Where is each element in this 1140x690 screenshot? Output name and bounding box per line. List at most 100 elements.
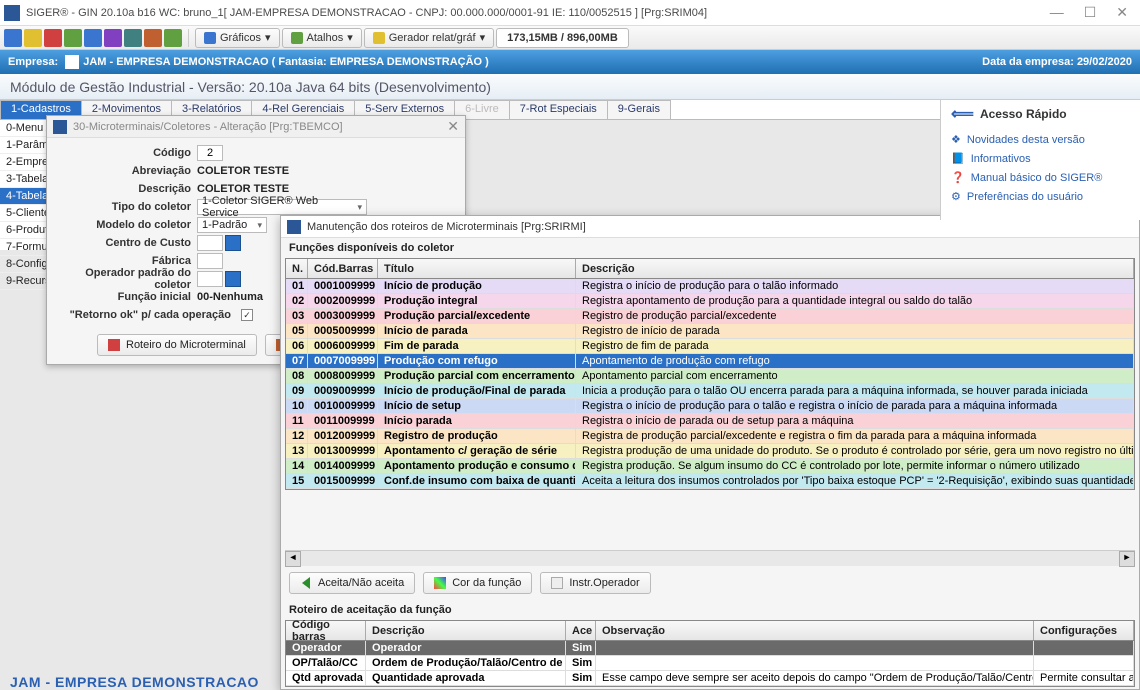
codigo-label: Código: [57, 147, 197, 159]
toolbar-btn-gerador[interactable]: Gerador relat/gráf▾: [364, 28, 494, 48]
funcao-row[interactable]: 030003009999Produção parcial/excedenteRe…: [286, 309, 1134, 324]
window-maximize[interactable]: ☐: [1084, 4, 1097, 21]
dialog1-icon: [53, 120, 67, 134]
funcao-row[interactable]: 050005009999Início de paradaRegistro de …: [286, 324, 1134, 339]
grid-scrollbar[interactable]: ◄ ►: [285, 550, 1135, 566]
hdr2-config[interactable]: Configurações: [1034, 621, 1134, 640]
quick-link-2[interactable]: ❓Manual básico do SIGER®: [951, 168, 1130, 187]
link-icon: ⚙: [951, 190, 961, 203]
toolbar-btn-atalhos[interactable]: Atalhos▾: [282, 28, 362, 48]
fabrica-input[interactable]: [197, 253, 223, 269]
abrev-value: COLETOR TESTE: [197, 165, 289, 177]
section-roteiro-header: Roteiro de aceitação da função: [281, 600, 1139, 620]
list-icon: [108, 339, 120, 351]
funcao-row[interactable]: 120012009999Registro de produçãoRegistra…: [286, 429, 1134, 444]
toolbar-icon-1[interactable]: [4, 29, 22, 47]
scroll-right[interactable]: ►: [1119, 551, 1135, 567]
toolbar-icon-5[interactable]: [84, 29, 102, 47]
accept-icon: [302, 577, 310, 589]
funcao-row[interactable]: 020002009999Produção integralRegistra ap…: [286, 294, 1134, 309]
btn-aceita-nao-aceita[interactable]: Aceita/Não aceita: [289, 572, 415, 594]
funcao-row[interactable]: 150015009999Conf.de insumo com baixa de …: [286, 474, 1134, 489]
footer-company: JAM - EMPRESA DEMONSTRACAO: [10, 674, 259, 690]
dialog-roteiros: Manutenção dos roteiros de Microterminai…: [280, 215, 1140, 690]
grid-funcoes: N. Cód.Barras Título Descrição 010001009…: [285, 258, 1135, 490]
tipo-label: Tipo do coletor: [57, 201, 197, 213]
dialog2-title: Manutenção dos roteiros de Microterminai…: [307, 221, 586, 233]
funcao-row[interactable]: 130013009999Apontamento c/ geração de sé…: [286, 444, 1134, 459]
acesso-rapido-header: Acesso Rápido: [980, 107, 1067, 121]
funcao-row[interactable]: 010001009999Início de produçãoRegistra o…: [286, 279, 1134, 294]
oper-lookup[interactable]: [225, 271, 241, 287]
toolbar-icon-4[interactable]: [64, 29, 82, 47]
date-label: Data da empresa:: [982, 56, 1074, 68]
funcao-row[interactable]: 070007009999Produção com refugoApontamen…: [286, 354, 1134, 369]
btn-roteiro-microterminal[interactable]: Roteiro do Microterminal: [97, 334, 257, 356]
hdr-codbarras[interactable]: Cód.Barras: [308, 259, 378, 278]
tipo-combo[interactable]: 1-Coletor SIGER® Web Service▾: [197, 199, 367, 215]
empresa-label: Empresa:: [8, 56, 58, 68]
empresa-icon[interactable]: [65, 55, 79, 69]
fabrica-label: Fábrica: [57, 255, 197, 267]
oper-input[interactable]: [197, 271, 223, 287]
toolbar-icon-9[interactable]: [164, 29, 182, 47]
doc-icon: [551, 577, 563, 589]
hdr-titulo[interactable]: Título: [378, 259, 576, 278]
hdr-descricao[interactable]: Descrição: [576, 259, 1134, 278]
toolbar-icon-6[interactable]: [104, 29, 122, 47]
func-label: Função inicial: [57, 291, 197, 303]
toolbar-icon-8[interactable]: [144, 29, 162, 47]
dialog1-close[interactable]: ✕: [447, 118, 459, 135]
funcao-row[interactable]: 110011009999Início paradaRegistra o iníc…: [286, 414, 1134, 429]
quick-link-1[interactable]: 📘Informativos: [951, 149, 1130, 168]
back-arrow-icon[interactable]: ⟸: [951, 104, 974, 124]
link-icon: 📘: [951, 152, 965, 165]
toolbar-icon-3[interactable]: [44, 29, 62, 47]
hdr2-descricao[interactable]: Descrição: [366, 621, 566, 640]
btn-cor-funcao[interactable]: Cor da função: [423, 572, 532, 594]
desc-label: Descrição: [57, 183, 197, 195]
window-close[interactable]: ✕: [1116, 4, 1128, 21]
funcao-row[interactable]: 080008009999Produção parcial com encerra…: [286, 369, 1134, 384]
custo-lookup[interactable]: [225, 235, 241, 251]
window-minimize[interactable]: —: [1050, 4, 1064, 21]
funcao-row[interactable]: 140014009999Apontamento produção e consu…: [286, 459, 1134, 474]
acesso-rapido-panel: ⟸ Acesso Rápido ❖Novidades desta versão📘I…: [940, 100, 1140, 220]
toolbar-icon-2[interactable]: [24, 29, 42, 47]
menu-tab-7[interactable]: 9-Gerais: [607, 100, 671, 119]
hdr-n[interactable]: N.: [286, 259, 308, 278]
hdr2-ace[interactable]: Ace: [566, 621, 596, 640]
menu-tab-6[interactable]: 7-Rot Especiais: [509, 100, 608, 119]
desc-value: COLETOR TESTE: [197, 183, 289, 195]
roteiro-row[interactable]: Qtd aprovadaQuantidade aprovadaSimEsse c…: [286, 671, 1134, 686]
dialog1-titlebar[interactable]: 30-Microterminais/Coletores - Alteração …: [47, 116, 465, 138]
date-value: 29/02/2020: [1077, 56, 1132, 68]
quick-link-3[interactable]: ⚙Preferências do usuário: [951, 187, 1130, 206]
funcao-row[interactable]: 060006009999Fim de paradaRegistro de fim…: [286, 339, 1134, 354]
roteiro-row[interactable]: OP/Talão/CCOrdem de Produção/Talão/Centr…: [286, 656, 1134, 671]
retorno-checkbox[interactable]: ✓: [241, 309, 253, 321]
link-icon: ❓: [951, 171, 965, 184]
codigo-input[interactable]: [197, 145, 223, 161]
hdr2-obs[interactable]: Observação: [596, 621, 1034, 640]
modelo-combo[interactable]: 1-Padrão▾: [197, 217, 267, 233]
custo-input[interactable]: [197, 235, 223, 251]
funcao-row[interactable]: 090009009999Início de produção/Final de …: [286, 384, 1134, 399]
oper-label: Operador padrão do coletor: [57, 267, 197, 291]
window-title: SIGER® - GIN 20.10a b16 WC: bruno_1[ JAM…: [26, 7, 707, 19]
dialog2-icon: [287, 220, 301, 234]
grid-roteiro-header: Código barras Descrição Ace Observação C…: [286, 621, 1134, 641]
app-icon: [4, 5, 20, 21]
hdr2-codbarras[interactable]: Código barras: [286, 621, 366, 640]
roteiro-row[interactable]: OperadorOperadorSim: [286, 641, 1134, 656]
quick-link-0[interactable]: ❖Novidades desta versão: [951, 130, 1130, 149]
scroll-left[interactable]: ◄: [285, 551, 301, 567]
abrev-label: Abreviação: [57, 165, 197, 177]
main-toolbar: Gráficos▾ Atalhos▾ Gerador relat/gráf▾ 1…: [0, 26, 1140, 50]
toolbar-icon-7[interactable]: [124, 29, 142, 47]
empresa-value: JAM - EMPRESA DEMONSTRACAO ( Fantasia: E…: [83, 56, 489, 68]
funcao-row[interactable]: 100010009999Início de setupRegistra o in…: [286, 399, 1134, 414]
toolbar-btn-graficos[interactable]: Gráficos▾: [195, 28, 280, 48]
modulo-bar: Módulo de Gestão Industrial - Versão: 20…: [0, 74, 1140, 100]
btn-instr-operador[interactable]: Instr.Operador: [540, 572, 650, 594]
